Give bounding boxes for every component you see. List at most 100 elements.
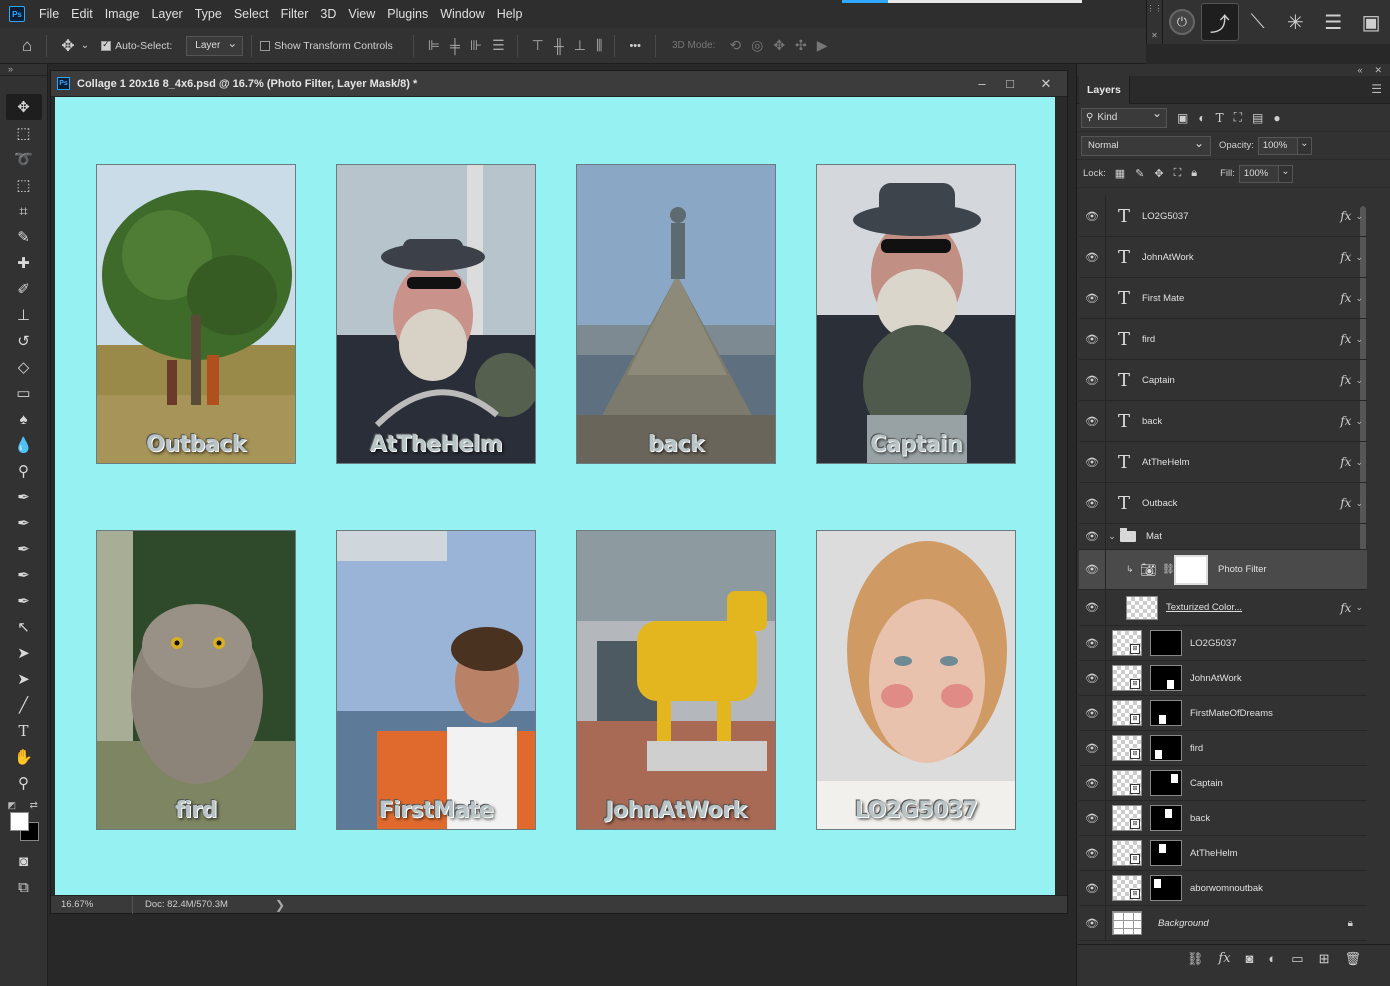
maximize-icon[interactable]: □ (997, 74, 1023, 94)
freeform-pen-tool[interactable]: ✒ (6, 536, 42, 562)
hand-tool[interactable]: ✋ (6, 744, 42, 770)
menu-3d[interactable]: 3D (314, 0, 342, 28)
layer-group-mat[interactable]: 👁︎ ⌄ Mat (1079, 524, 1367, 550)
layer-image-johnatwork[interactable]: 👁︎ ⊞ JohnAtWork (1079, 661, 1367, 696)
visibility-eye-icon[interactable]: 👁︎ (1079, 601, 1105, 614)
stroke-button[interactable]: ⟍ (1239, 3, 1277, 41)
opacity-dropdown-icon[interactable]: ⌄ (1297, 136, 1312, 155)
zoom-tool[interactable]: ⚲ (6, 770, 42, 796)
show-transform-controls-checkbox[interactable]: Show Transform Controls (260, 40, 393, 52)
visibility-eye-icon[interactable]: 👁︎ (1079, 637, 1105, 650)
layer-image-captain[interactable]: 👁︎ ⊞ Captain (1079, 766, 1367, 801)
filter-smart-object-icon[interactable]: ▤ (1252, 111, 1263, 125)
marquee-tool[interactable]: ⬚ (6, 120, 42, 146)
lock-image-icon[interactable]: ✎ (1135, 167, 1144, 180)
foreground-color[interactable] (9, 812, 29, 831)
status-menu-icon[interactable]: ❯ (275, 898, 285, 912)
transform-controls-check[interactable] (260, 40, 271, 51)
layer-text-first-mate[interactable]: 👁︎ T First Mate fx ⌄ (1079, 278, 1367, 319)
photo-fird[interactable]: fird (96, 530, 296, 830)
chevron-down-icon[interactable]: ⌄ (1355, 293, 1363, 304)
fx-icon[interactable]: fx (1340, 373, 1351, 387)
align-left-icon[interactable]: ⊫ (428, 37, 440, 54)
visibility-eye-icon[interactable]: 👁︎ (1079, 251, 1105, 264)
3d-orbit-icon[interactable]: ⟲ (729, 37, 741, 54)
direct-select-tool[interactable]: ➤ (6, 640, 42, 666)
filter-shape-icon[interactable]: ⛶ (1234, 110, 1242, 125)
layer-image-fird[interactable]: 👁︎ ⊞ fird (1079, 731, 1367, 766)
eraser-tool[interactable]: ◇ (6, 354, 42, 380)
visibility-eye-icon[interactable]: 👁︎ (1079, 742, 1105, 755)
menu-type[interactable]: Type (189, 0, 228, 28)
more-options-button[interactable]: ••• (629, 40, 641, 52)
fx-icon[interactable]: fx (1340, 496, 1351, 510)
move-tool-icon[interactable]: ✥ (61, 36, 74, 56)
chevron-down-icon[interactable]: ⌄ (1355, 498, 1363, 509)
healing-brush-tool[interactable]: ✚ (6, 250, 42, 276)
tab-layers[interactable]: Layers (1079, 76, 1130, 104)
chevron-down-icon[interactable]: ⌄ (1355, 211, 1363, 222)
layer-image-firstmateofdreams[interactable]: 👁︎ ⊞ FirstMateOfDreams (1079, 696, 1367, 731)
stamp-tool[interactable]: ⊥ (6, 302, 42, 328)
visibility-eye-icon[interactable]: 👁︎ (1079, 374, 1105, 387)
layer-photo-filter[interactable]: 👁︎ ↳ 📷︎ ⛓ Photo Filter (1079, 550, 1367, 590)
pointer-tool[interactable]: ➤ (6, 666, 42, 692)
filter-adjustment-icon[interactable]: ◐ (1198, 111, 1205, 125)
link-layers-icon[interactable]: ⛓ (1187, 951, 1204, 967)
layer-texturized-color[interactable]: 👁︎ Texturized Color... fx ⌄ (1079, 590, 1367, 626)
dodge-tool[interactable]: ⚲ (6, 458, 42, 484)
filter-toggle-icon[interactable]: ● (1273, 111, 1280, 125)
layer-background[interactable]: 👁︎ Background 🔒︎ (1079, 906, 1367, 941)
lock-artboard-icon[interactable]: ⛶ (1174, 167, 1182, 180)
auto-select-target-dropdown[interactable]: Layer (186, 34, 244, 56)
lock-position-icon[interactable]: ✥ (1154, 167, 1163, 180)
menu-image[interactable]: Image (99, 0, 146, 28)
visibility-eye-icon[interactable]: 👁︎ (1079, 563, 1105, 576)
layer-mask-thumbnail[interactable] (1150, 770, 1182, 796)
auto-select-checkbox[interactable]: Auto-Select: (101, 39, 172, 52)
chevron-down-icon[interactable]: ⌄ (81, 40, 89, 51)
chevron-down-icon[interactable]: ⌄ (1355, 375, 1363, 386)
panel-menu-icon[interactable]: ☰ (1371, 82, 1382, 96)
visibility-eye-icon[interactable]: 👁︎ (1079, 210, 1105, 223)
move-tool[interactable]: ✥ (5, 94, 42, 120)
photo-outback[interactable]: Outback (96, 164, 296, 464)
align-middle-icon[interactable]: ╫ (554, 38, 564, 54)
crop-tool[interactable]: ⌗ (6, 198, 42, 224)
visibility-eye-icon[interactable]: 👁︎ (1079, 917, 1105, 930)
canvas[interactable]: Outback AtTheHelm back Captain fird Firs… (55, 97, 1056, 896)
history-brush-tool[interactable]: ↺ (6, 328, 42, 354)
distribute-icon[interactable]: ☰ (492, 37, 504, 54)
3d-slide-icon[interactable]: ✣ (795, 37, 807, 54)
layer-text-fird[interactable]: 👁︎ T fird fx ⌄ (1079, 319, 1367, 360)
layer-text-atthehelm[interactable]: 👁︎ T AtTheHelm fx ⌄ (1079, 442, 1367, 483)
lock-transparency-icon[interactable]: ▦ (1115, 167, 1125, 180)
menu-plugins[interactable]: Plugins (381, 0, 434, 28)
align-center-icon[interactable]: ╪ (450, 38, 460, 54)
visibility-eye-icon[interactable]: 👁︎ (1079, 812, 1105, 825)
line-tool[interactable]: ╱ (6, 692, 42, 718)
gradient-tool[interactable]: ▭ (6, 380, 42, 406)
photo-lo2g5037[interactable]: LO2G5037 (816, 530, 1016, 830)
convert-point-tool[interactable]: ✒ (6, 588, 42, 614)
color-swatches[interactable]: ◩ ⇄ (4, 800, 44, 846)
photo-captain[interactable]: Captain (816, 164, 1016, 464)
fx-icon[interactable]: fx (1340, 414, 1351, 428)
align-bottom-icon[interactable]: ⊥ (574, 37, 586, 54)
align-top-icon[interactable]: ⊤ (532, 37, 544, 54)
blend-mode-dropdown[interactable]: Normal (1081, 134, 1211, 156)
zoom-level[interactable]: 16.67% (51, 895, 133, 914)
chevron-down-icon[interactable]: ⌄ (1355, 334, 1363, 345)
photo-attthehelm[interactable]: AtTheHelm (336, 164, 536, 464)
fx-icon[interactable]: fx (1340, 250, 1351, 264)
auto-select-check[interactable] (101, 39, 112, 51)
visibility-eye-icon[interactable]: 👁︎ (1079, 497, 1105, 510)
default-colors-icon[interactable]: ◩ (8, 800, 17, 811)
sharpen-tool[interactable]: 💧 (6, 432, 42, 458)
visibility-eye-icon[interactable]: 👁︎ (1079, 882, 1105, 895)
sparkle-button[interactable]: ✳ (1277, 3, 1315, 41)
fx-icon[interactable]: fx (1340, 209, 1351, 223)
menu-edit[interactable]: Edit (65, 0, 99, 28)
visibility-eye-icon[interactable]: 👁︎ (1079, 415, 1105, 428)
grip-icon[interactable]: ⋮⋮ ✕ (1147, 0, 1163, 44)
